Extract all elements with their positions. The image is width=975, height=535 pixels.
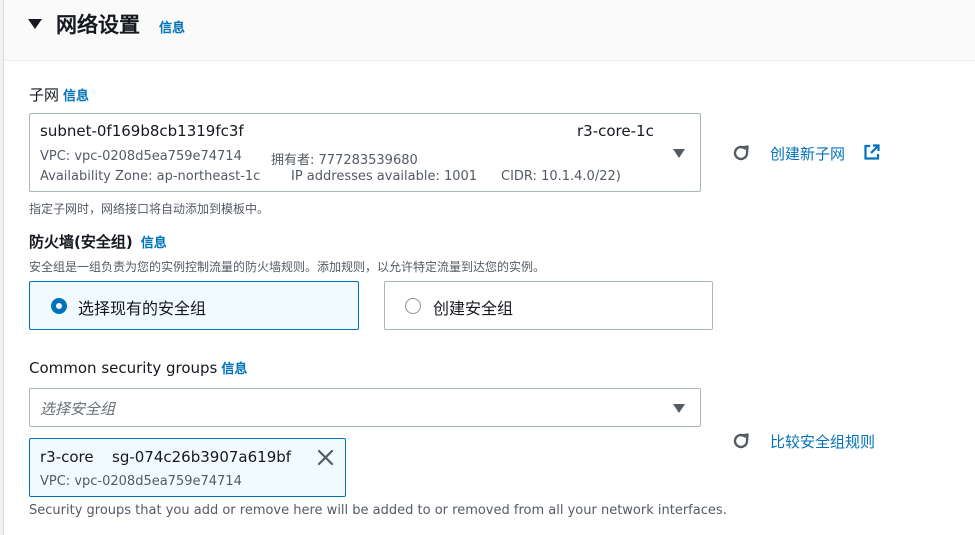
subnet-name: r3-core-1c <box>577 122 654 140</box>
refresh-icon[interactable] <box>731 143 751 163</box>
subnet-az: Availability Zone: ap-northeast-1c <box>40 169 261 184</box>
close-icon[interactable] <box>317 449 334 466</box>
subnet-owner: 拥有者: 777283539680 <box>271 153 418 168</box>
compare-sg-rules-link[interactable]: 比较安全组规则 <box>770 431 875 452</box>
radio-create-sg-label: 创建安全组 <box>433 299 514 318</box>
subnet-cidr: CIDR: 10.1.4.0/22) <box>501 169 621 184</box>
subnet-vpc: VPC: vpc-0208d5ea759e74714 <box>40 149 242 164</box>
subnet-label-text: 子网 <box>29 86 60 104</box>
radio-create-sg[interactable]: 创建安全组 <box>384 281 713 330</box>
common-sg-label: Common security groups 信息 <box>29 358 247 377</box>
subnet-select[interactable]: subnet-0f169b8cb1319fc3f r3-core-1c VPC:… <box>29 113 701 192</box>
create-subnet-link[interactable]: 创建新子网 <box>770 143 845 164</box>
common-sg-info-link[interactable]: 信息 <box>221 362 247 377</box>
subnet-id: subnet-0f169b8cb1319fc3f <box>40 122 244 140</box>
dropdown-arrow-icon <box>673 149 685 158</box>
subnet-ip-available: IP addresses available: 1001 <box>291 169 478 184</box>
sg-select[interactable]: 选择安全组 <box>29 388 701 427</box>
section-title: 网络设置 <box>56 13 140 37</box>
subnet-hint: 指定子网时，网络接口将自动添加到模板中。 <box>29 202 270 216</box>
radio-select-existing-label: 选择现有的安全组 <box>78 299 207 318</box>
firewall-label-text: 防火墙(安全组) <box>29 233 133 251</box>
section-info-link[interactable]: 信息 <box>159 17 185 36</box>
network-settings-panel: 网络设置 信息 子网 信息 subnet-0f169b8cb1319fc3f r3… <box>3 0 975 535</box>
token-sg-id: sg-074c26b3907a619bf <box>112 448 292 466</box>
refresh-icon[interactable] <box>731 431 751 451</box>
caret-down-icon[interactable] <box>28 19 42 29</box>
firewall-info-link[interactable]: 信息 <box>141 236 167 251</box>
selected-sg-token: r3-core sg-074c26b3907a619bf VPC: vpc-02… <box>29 438 346 497</box>
subnet-info-link[interactable]: 信息 <box>63 89 89 104</box>
sg-select-placeholder: 选择安全组 <box>40 400 116 418</box>
external-link-icon[interactable] <box>862 143 881 162</box>
subnet-label: 子网 信息 <box>29 84 89 105</box>
sg-footer-note: Security groups that you add or remove h… <box>29 503 727 518</box>
radio-unselected-icon <box>405 298 421 314</box>
firewall-label: 防火墙(安全组) 信息 <box>29 231 167 252</box>
radio-selected-icon <box>51 298 67 314</box>
common-sg-label-text: Common security groups <box>29 359 218 377</box>
dropdown-arrow-icon <box>673 404 685 413</box>
token-sg-vpc: VPC: vpc-0208d5ea759e74714 <box>40 474 242 489</box>
section-header[interactable]: 网络设置 信息 <box>4 0 975 61</box>
radio-select-existing-sg[interactable]: 选择现有的安全组 <box>29 281 359 330</box>
token-sg-name: r3-core <box>40 448 94 466</box>
firewall-description: 安全组是一组负责为您的实例控制流量的防火墙规则。添加规则，以允许特定流量到达您的… <box>29 260 546 274</box>
